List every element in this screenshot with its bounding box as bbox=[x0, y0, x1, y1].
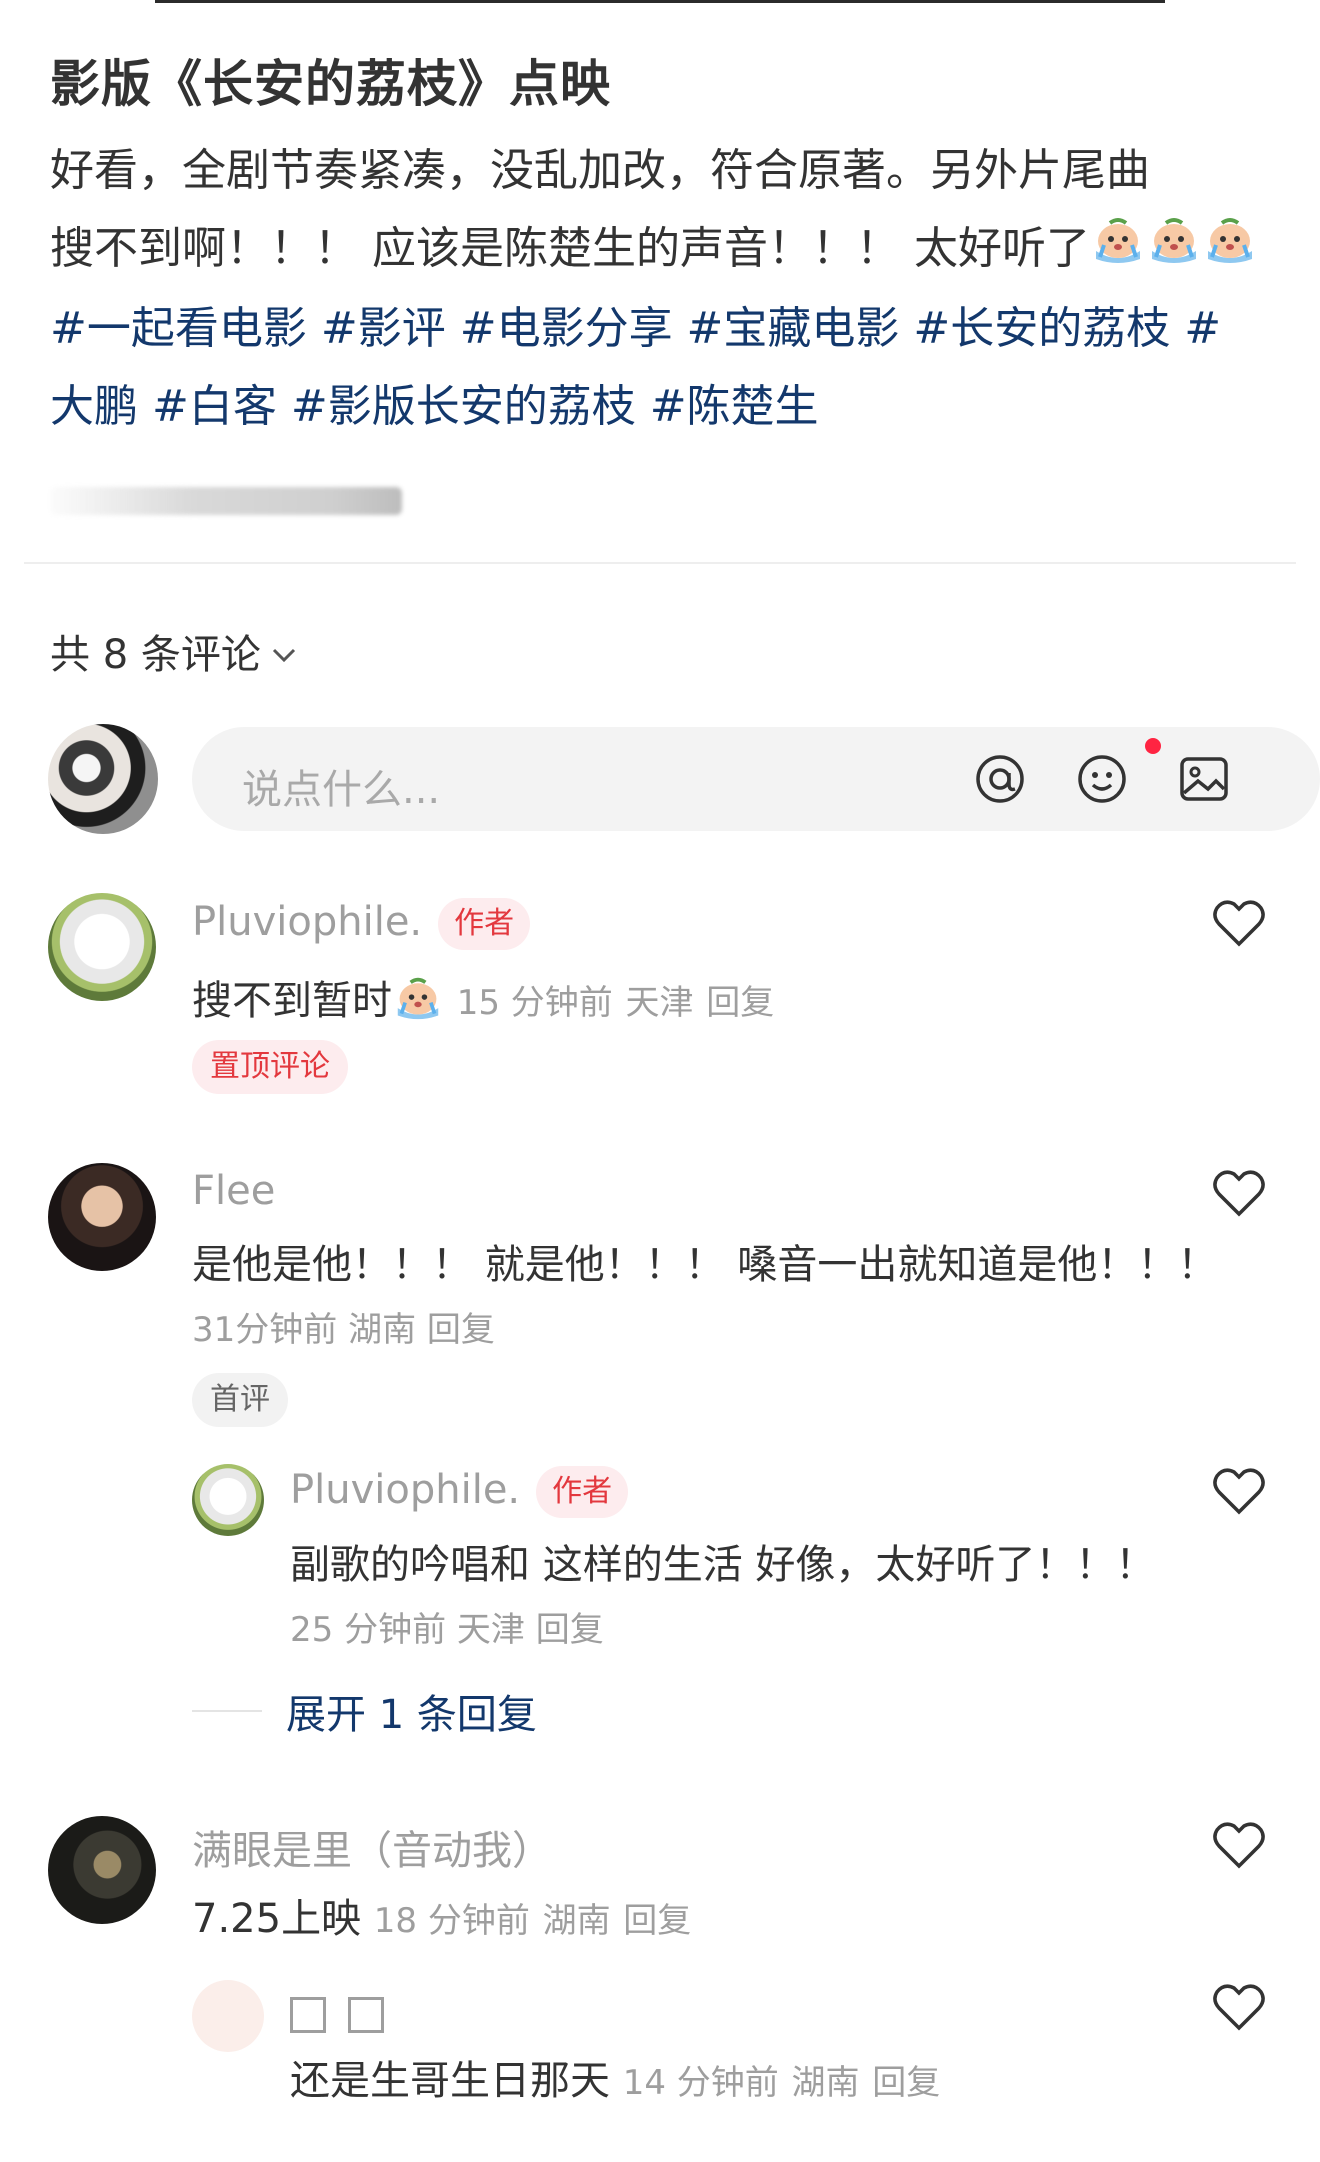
avatar[interactable] bbox=[192, 1464, 264, 1536]
expand-line bbox=[192, 1710, 262, 1712]
comment-time: 15 分钟前 bbox=[456, 983, 613, 1023]
top-rule bbox=[155, 0, 1165, 3]
like-heart-icon[interactable] bbox=[1212, 898, 1266, 948]
reply-button[interactable]: 回复 bbox=[706, 983, 774, 1023]
comment-input[interactable]: 说点什么... bbox=[192, 727, 1320, 831]
reply-author[interactable]: Pluviophile. 作者 bbox=[290, 1466, 629, 1518]
post-tags-line-1[interactable]: #一起看电影 #影评 #电影分享 #宝藏电影 #长安的荔枝 # bbox=[50, 290, 1270, 368]
reply-button[interactable]: 回复 bbox=[623, 1901, 691, 1941]
comment-location: 天津 bbox=[625, 983, 694, 1023]
section-divider bbox=[24, 562, 1296, 564]
first-comment-badge: 首评 bbox=[192, 1373, 288, 1427]
like-heart-icon[interactable] bbox=[1212, 1820, 1266, 1870]
comment-author[interactable]: Pluviophile. 作者 bbox=[192, 898, 531, 950]
missing-glyph-icon bbox=[348, 1997, 384, 2033]
reply-button[interactable]: 回复 bbox=[427, 1310, 495, 1350]
post-tags-line-2[interactable]: 大鹏 #白客 #影版长安的荔枝 #陈楚生 bbox=[50, 368, 1270, 446]
notification-dot bbox=[1144, 737, 1162, 755]
comment-body[interactable]: 是他是他！！！ 就是他！！！ 嗓音一出就知道是他！！！ bbox=[192, 1232, 1217, 1290]
post-title: 影版《长安的荔枝》点映 bbox=[50, 55, 611, 113]
post-body-line-1: 好看，全剧节奏紧凑，没乱加改，符合原著。另外片尾曲 bbox=[50, 145, 1150, 196]
reply-body[interactable]: 副歌的吟唱和 这样的生活 好像，太好听了！！！ bbox=[290, 1532, 1155, 1590]
comment-location: 湖南 bbox=[348, 1310, 417, 1350]
comments-count-label: 共 8 条评论 bbox=[50, 632, 261, 678]
comment-time: 18 分钟前 bbox=[373, 1901, 530, 1941]
comment-location: 湖南 bbox=[542, 1901, 611, 1941]
post-body: 好看，全剧节奏紧凑，没乱加改，符合原著。另外片尾曲 搜不到啊！！！ 应该是陈楚生… bbox=[50, 132, 1270, 446]
pinned-comment-badge: 置顶评论 bbox=[192, 1040, 348, 1094]
comment-author[interactable]: 满眼是里（音动我） bbox=[192, 1818, 552, 1876]
reply-author[interactable] bbox=[290, 1990, 406, 2036]
expand-replies-label: 展开 1 条回复 bbox=[286, 1692, 537, 1738]
avatar[interactable] bbox=[48, 1816, 156, 1924]
smiley-icon[interactable] bbox=[1076, 753, 1128, 805]
reply-meta: 25 分钟前 天津 回复 bbox=[290, 1602, 604, 1651]
comment-author[interactable]: Flee bbox=[192, 1168, 275, 1214]
comment-time: 14 分钟前 bbox=[622, 2063, 779, 2103]
comment-body[interactable]: 搜不到暂时 15 分钟前 天津 回复 bbox=[192, 968, 774, 1031]
blurred-date-line bbox=[50, 487, 402, 515]
reply-button[interactable]: 回复 bbox=[536, 1610, 604, 1650]
like-heart-icon[interactable] bbox=[1212, 1982, 1266, 2032]
reply-body[interactable]: 还是生哥生日那天 14 分钟前 湖南 回复 bbox=[290, 2048, 940, 2106]
comment-location: 天津 bbox=[456, 1610, 525, 1650]
crying-emoji-icon bbox=[392, 975, 444, 1031]
author-badge: 作者 bbox=[536, 1466, 629, 1518]
crying-emoji-icon bbox=[1146, 212, 1202, 290]
chevron-down-icon bbox=[271, 628, 297, 674]
avatar[interactable] bbox=[48, 1163, 156, 1271]
avatar[interactable] bbox=[192, 1980, 264, 2052]
comments-count-toggle[interactable]: 共 8 条评论 bbox=[50, 622, 297, 680]
comment-body[interactable]: 7.25上映 18 分钟前 湖南 回复 bbox=[192, 1886, 691, 1944]
avatar[interactable] bbox=[48, 893, 156, 1001]
post-body-line-2: 搜不到啊！！！ 应该是陈楚生的声音！！！ 太好听了 bbox=[50, 210, 1270, 290]
expand-replies-button[interactable]: 展开 1 条回复 bbox=[192, 1682, 537, 1740]
comment-location: 湖南 bbox=[791, 2063, 860, 2103]
crying-emoji-icon bbox=[1202, 212, 1258, 290]
like-heart-icon[interactable] bbox=[1212, 1466, 1266, 1516]
comment-composer: 说点什么... bbox=[48, 724, 1320, 834]
crying-emoji-icon bbox=[1090, 212, 1146, 290]
reply-button[interactable]: 回复 bbox=[872, 2063, 940, 2103]
author-badge: 作者 bbox=[438, 898, 531, 950]
comment-meta: 31分钟前 湖南 回复 bbox=[192, 1302, 495, 1351]
comment-time: 25 分钟前 bbox=[290, 1610, 447, 1650]
image-icon[interactable] bbox=[1178, 753, 1230, 805]
at-icon[interactable] bbox=[974, 753, 1026, 805]
comment-time: 31分钟前 bbox=[192, 1310, 338, 1350]
missing-glyph-icon bbox=[290, 1997, 326, 2033]
like-heart-icon[interactable] bbox=[1212, 1168, 1266, 1218]
my-avatar[interactable] bbox=[48, 724, 158, 834]
comment-input-placeholder: 说点什么... bbox=[242, 767, 441, 813]
